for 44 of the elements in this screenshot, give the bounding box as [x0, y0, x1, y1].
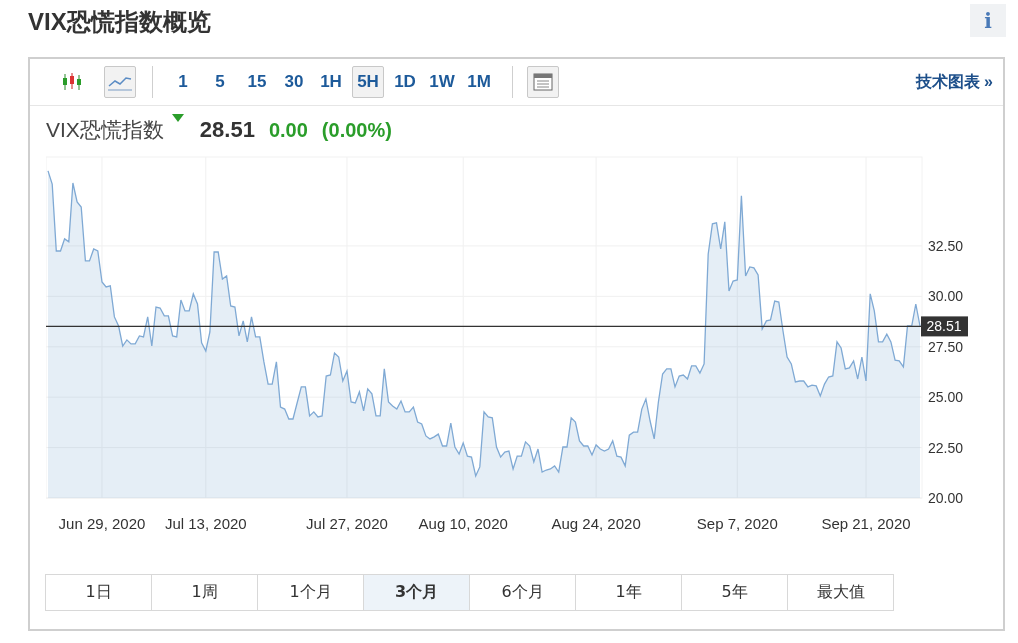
interval-button[interactable]: 1D	[389, 66, 421, 98]
range-button[interactable]: 1个月	[257, 574, 364, 611]
range-button[interactable]: 3个月	[363, 574, 470, 611]
instrument-name: VIX恐慌指数	[46, 117, 164, 143]
interval-button[interactable]: 15	[241, 66, 273, 98]
axis-label: 22.50	[928, 439, 964, 456]
axis-label: 20.00	[928, 490, 964, 506]
axis-label: 25.00	[928, 389, 964, 406]
page-title: VIX恐慌指数概览	[28, 7, 211, 37]
range-button[interactable]: 1周	[151, 574, 258, 611]
axis-label: Aug 10, 2020	[418, 515, 508, 532]
ref-line-label: 28.51	[926, 318, 962, 335]
axis-label: 27.50	[928, 338, 964, 355]
interval-button[interactable]: 5	[204, 66, 236, 98]
interval-button[interactable]: 30	[278, 66, 310, 98]
interval-button[interactable]: 5H	[352, 66, 384, 98]
current-price-tag: 28.51	[921, 316, 968, 337]
interval-button[interactable]: 1H	[315, 66, 347, 98]
axis-label: 30.00	[928, 288, 964, 305]
last-price: 28.51	[199, 117, 255, 143]
axis-label: Sep 21, 2020	[821, 515, 911, 532]
chart-type-button[interactable]	[104, 66, 136, 98]
axis-label: Jul 27, 2020	[306, 515, 388, 532]
axis-label: 32.50	[928, 237, 964, 254]
info-button[interactable]: i	[970, 4, 1006, 37]
table-icon	[533, 73, 553, 91]
candlestick-icon	[62, 72, 82, 92]
table-view-button[interactable]	[527, 66, 559, 98]
interval-button[interactable]: 1	[167, 66, 199, 98]
range-button[interactable]: 1年	[575, 574, 682, 611]
technical-chart-link[interactable]: 技术图表 »	[915, 71, 993, 93]
axis-label: Jul 13, 2020	[164, 515, 247, 532]
axis-label: Jun 29, 2020	[58, 515, 146, 532]
price-change: 0.00	[268, 118, 308, 142]
down-triangle-icon	[171, 114, 184, 122]
axis-label: Aug 24, 2020	[551, 515, 641, 532]
axis-label: Sep 7, 2020	[696, 515, 778, 532]
range-button[interactable]: 6个月	[469, 574, 576, 611]
interval-button[interactable]: 1W	[426, 66, 458, 98]
percent-change: (0.00%)	[321, 118, 392, 142]
interval-button[interactable]: 1M	[463, 66, 495, 98]
range-button[interactable]: 1日	[45, 574, 152, 611]
range-button[interactable]: 5年	[681, 574, 788, 611]
range-button[interactable]: 最大值	[787, 574, 894, 611]
